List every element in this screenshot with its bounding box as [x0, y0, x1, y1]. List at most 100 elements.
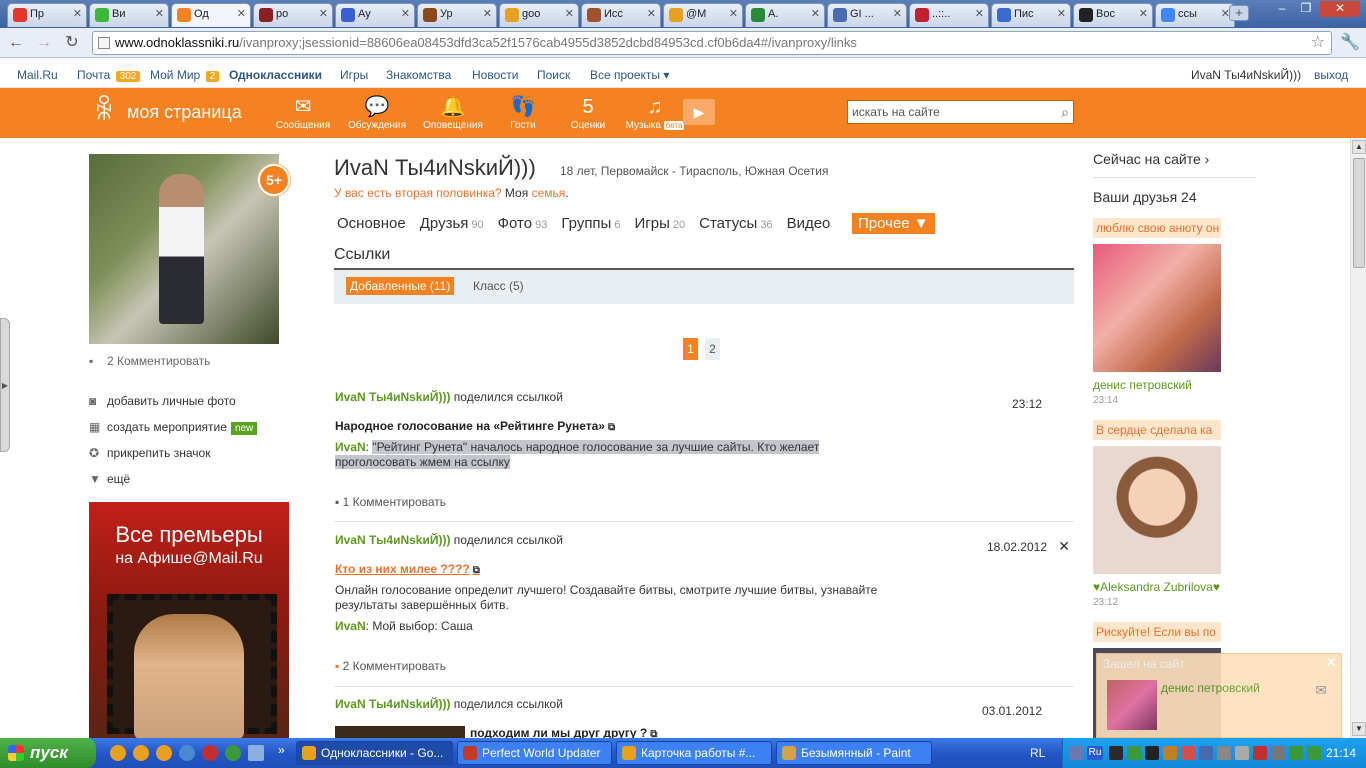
browser-tab[interactable]: Ур ✕ — [417, 3, 497, 27]
app-icon[interactable] — [248, 745, 264, 761]
scroll-up-arrow-icon[interactable]: ▲ — [1352, 140, 1366, 154]
tab-close-icon[interactable]: ✕ — [401, 7, 410, 20]
post-author-link[interactable]: ИvaN Ты4иNskиЙ))) — [335, 390, 450, 404]
post-comments-link[interactable]: ▪ 2 Комментировать — [335, 659, 446, 673]
back-arrow-icon[interactable]: ← — [6, 34, 26, 52]
app-icon[interactable] — [225, 745, 241, 761]
browser-tab[interactable]: goo ✕ — [499, 3, 579, 27]
profile-tab[interactable]: Игры 20 — [634, 215, 685, 232]
nav-rating-five[interactable]: 5 Оценки — [558, 94, 618, 131]
news-link[interactable]: Новости — [472, 68, 518, 82]
your-friends-heading[interactable]: Ваши друзья 24 — [1093, 189, 1197, 205]
taskbar-window-button[interactable]: Безымянный - Paint — [776, 741, 932, 765]
taskbar-window-button[interactable]: Одноклассники - Go... — [296, 741, 453, 765]
site-search-input[interactable]: искать на сайте ⌕ — [847, 100, 1074, 124]
browser-tab[interactable]: Пис ✕ — [991, 3, 1071, 27]
add-photo-link[interactable]: ◙ добавить личные фото — [89, 394, 236, 408]
profile-tab[interactable]: Видео — [787, 215, 831, 232]
tab-close-icon[interactable]: ✕ — [483, 7, 492, 20]
create-event-link[interactable]: ▦ создать мероприятие new — [89, 420, 258, 435]
scrollbar-thumb[interactable] — [1353, 158, 1365, 268]
post-thumbnail[interactable] — [335, 726, 465, 738]
mail-link[interactable]: Почта 302 — [77, 68, 141, 82]
friend-photo[interactable] — [1093, 244, 1221, 372]
games-link[interactable]: Игры — [340, 68, 368, 82]
profile-tab[interactable]: Группы 6 — [561, 215, 620, 232]
page-2[interactable]: 2 — [705, 338, 720, 360]
browser-tab[interactable]: Пр ✕ — [7, 3, 87, 27]
taskbar-window-button[interactable]: Perfect World Updater — [457, 741, 612, 765]
new-tab-button[interactable]: + — [1229, 5, 1249, 21]
browser-tab[interactable]: Од ✕ — [171, 3, 251, 27]
envelope-icon[interactable]: ✉ — [1315, 682, 1327, 699]
reload-icon[interactable]: ↻ — [62, 34, 82, 52]
nav-music-note[interactable]: ♫ Музыка бета — [625, 94, 685, 131]
address-bar[interactable]: www.odnoklassniki.ru/ivanproxy;jsessioni… — [92, 31, 1332, 55]
second-half-link[interactable]: У вас есть вторая половинка? — [334, 186, 502, 200]
vertical-scrollbar[interactable]: ▲ ▼ — [1350, 138, 1366, 738]
tab-close-icon[interactable]: ✕ — [647, 7, 656, 20]
tab-more[interactable]: Прочее ▼ — [852, 213, 935, 234]
forward-arrow-icon[interactable]: → — [34, 34, 54, 52]
subtab-class[interactable]: Класс (5) — [473, 279, 524, 293]
all-projects-link[interactable]: Все проекты ▾ — [590, 68, 669, 82]
scroll-down-arrow-icon[interactable]: ▼ — [1352, 722, 1366, 736]
profile-tab[interactable]: Фото 93 — [498, 215, 548, 232]
tab-close-icon[interactable]: ✕ — [1057, 7, 1066, 20]
ok-logo-icon[interactable]: ꆜ — [93, 96, 115, 126]
start-button[interactable]: пуск — [0, 738, 96, 768]
tab-close-icon[interactable]: ✕ — [1139, 7, 1148, 20]
mailru-link[interactable]: Mail.Ru — [17, 68, 58, 82]
tray-language[interactable]: Ru — [1087, 746, 1103, 760]
network-icon[interactable] — [1307, 746, 1321, 760]
profile-tab[interactable]: Основное — [337, 215, 406, 232]
browser-tab[interactable]: ро ✕ — [253, 3, 333, 27]
browser-tab[interactable]: Вос ✕ — [1073, 3, 1153, 27]
side-panel-handle[interactable]: ▶ — [0, 318, 10, 452]
popup-close-icon[interactable]: ✕ — [1325, 654, 1337, 671]
browser-tab[interactable]: ..::.. ✕ — [909, 3, 989, 27]
tab-close-icon[interactable]: ✕ — [73, 7, 82, 20]
profile-tab[interactable]: Статусы 36 — [699, 215, 772, 232]
nav-bell[interactable]: 🔔 Оповещения — [423, 94, 483, 131]
post-comments-link[interactable]: ▪ 1 Комментировать — [335, 495, 446, 509]
browser-tab[interactable]: GI ... ✕ — [827, 3, 907, 27]
app-icon[interactable] — [202, 745, 218, 761]
subtab-added[interactable]: Добавленные (11) — [346, 277, 455, 295]
tray-icon[interactable] — [1163, 746, 1177, 760]
user-name-link[interactable]: ИvaN Ты4иNskиЙ))) — [1191, 68, 1301, 82]
search-icon[interactable]: ⌕ — [1061, 101, 1069, 123]
browser-tab[interactable]: ссы ✕ — [1155, 3, 1235, 27]
post-title-link[interactable]: подходим ли мы друг другу ? ⧉ — [470, 726, 657, 738]
nav-footprints[interactable]: 👣 Гости — [493, 94, 553, 131]
comment-author-link[interactable]: ИvaN — [335, 619, 366, 633]
popup-friend-name[interactable]: денис петровский — [1161, 681, 1260, 695]
delete-post-icon[interactable]: ✕ — [1058, 538, 1070, 555]
browser-tab[interactable]: Ау ✕ — [335, 3, 415, 27]
family-link[interactable]: семья — [532, 186, 566, 200]
browser-tab[interactable]: Исс ✕ — [581, 3, 661, 27]
online-now-link[interactable]: Сейчас на сайте › — [1093, 151, 1209, 167]
friend-name-link[interactable]: денис петровский — [1093, 378, 1192, 392]
tray-icon[interactable] — [1235, 746, 1249, 760]
chrome-icon[interactable] — [133, 745, 149, 761]
minimize-button[interactable]: – — [1270, 1, 1294, 17]
tab-close-icon[interactable]: ✕ — [155, 7, 164, 20]
tab-close-icon[interactable]: ✕ — [319, 7, 328, 20]
browser-icon[interactable] — [179, 745, 195, 761]
wrench-menu-icon[interactable]: 🔧 — [1340, 32, 1360, 52]
afisha-ad-banner[interactable]: Все премьеры на Афише@Mail.Ru — [89, 502, 289, 738]
post-author-link[interactable]: ИvaN Ты4иNskиЙ))) — [335, 697, 450, 711]
browser-tab[interactable]: Ви ✕ — [89, 3, 169, 27]
tray-icon[interactable] — [1289, 746, 1303, 760]
chrome-icon[interactable] — [156, 745, 172, 761]
browser-tab[interactable]: А. ✕ — [745, 3, 825, 27]
maximize-button[interactable]: ❐ — [1294, 1, 1318, 17]
tab-close-icon[interactable]: ✕ — [565, 7, 574, 20]
tray-icon[interactable] — [1217, 746, 1231, 760]
friend-online-popup[interactable]: Зашел на сайт ✕ денис петровский ✉ — [1096, 653, 1342, 738]
post-author-link[interactable]: ИvaN Ты4иNskиЙ))) — [335, 533, 450, 547]
page-1[interactable]: 1 — [683, 338, 698, 360]
profile-photo[interactable] — [89, 154, 279, 344]
post-title-link[interactable]: Кто из них милее ???? ⧉ — [335, 562, 480, 576]
